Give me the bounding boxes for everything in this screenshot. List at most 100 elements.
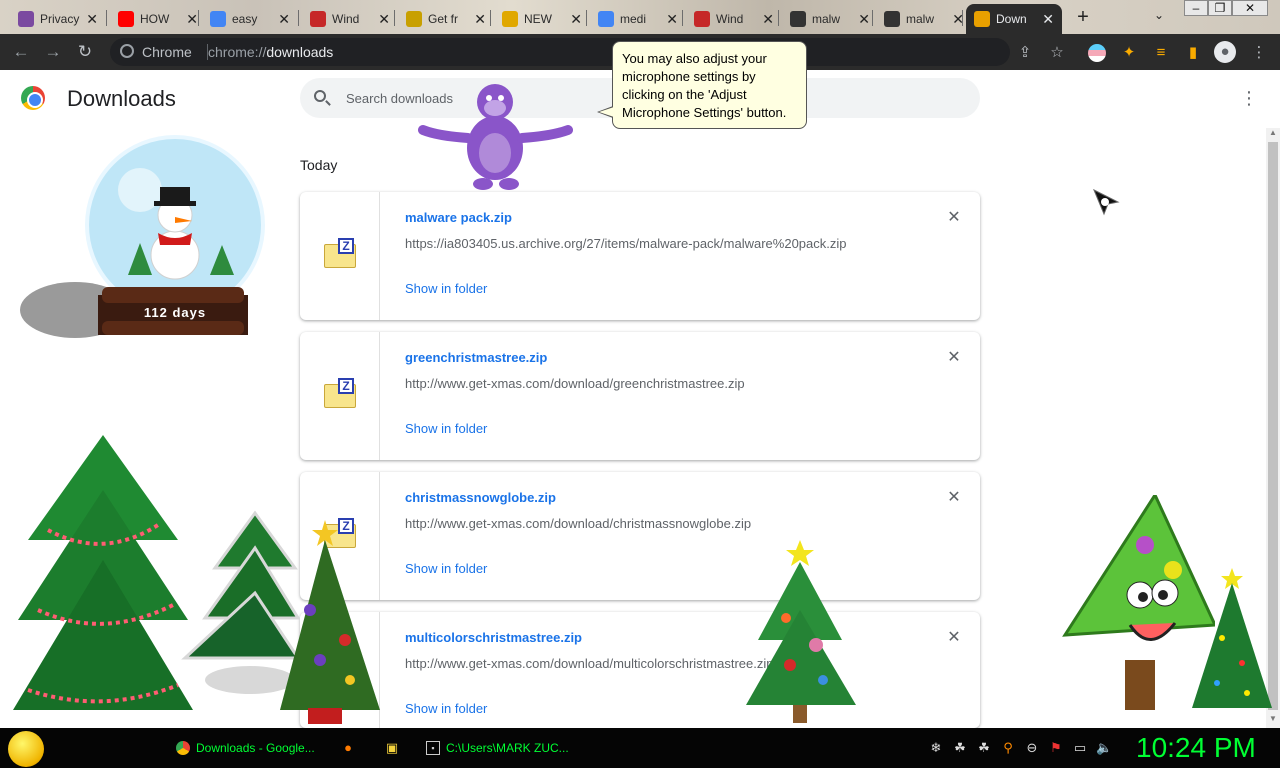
browser-tab[interactable]: malw ✕ [782,4,878,34]
tab-favicon-icon [118,11,134,27]
smiley-start-icon[interactable] [8,731,44,767]
tab-separator [198,10,199,26]
small-lit-christmas-tree-icon [1192,568,1272,708]
taskbar-chrome-downloads[interactable]: Downloads - Google... [170,734,321,762]
show-in-folder-link[interactable]: Show in folder [405,421,487,436]
tab-close-icon[interactable]: ✕ [858,11,870,28]
tab-separator [778,10,779,26]
browser-tab[interactable]: Wind ✕ [686,4,782,34]
tab-favicon-icon [598,11,614,27]
forward-button[interactable]: → [42,42,64,64]
browser-tab[interactable]: Wind ✕ [302,4,398,34]
downloads-more-actions-icon[interactable]: ⋮ [1240,88,1258,108]
download-source-url[interactable]: https://ia803405.us.archive.org/27/items… [405,236,847,251]
zip-badge: Z [338,378,354,394]
tab-close-icon[interactable]: ✕ [1042,11,1054,28]
download-source-url[interactable]: http://www.get-xmas.com/download/christm… [405,516,751,531]
tab-close-icon[interactable]: ✕ [570,11,582,28]
tab-close-icon[interactable]: ✕ [378,11,390,28]
bookmark-star-icon[interactable]: ☆ [1048,44,1066,62]
tray-app-icon[interactable]: ☘ [952,740,968,756]
download-filename-link[interactable]: multicolorschristmastree.zip [405,630,582,645]
search-icon[interactable] [314,90,326,102]
file-icon-column: Z [300,192,380,320]
share-icon[interactable]: ⇪ [1016,44,1034,62]
firefox-taskbar-icon[interactable]: ● [340,740,356,756]
action-center-flag-icon[interactable]: ⚑ [1048,740,1064,756]
snowflake-tray-icon[interactable]: ❄ [928,740,944,756]
tab-close-icon[interactable]: ✕ [278,11,290,28]
download-source-url[interactable]: http://www.get-xmas.com/download/greench… [405,376,745,391]
tab-close-icon[interactable]: ✕ [666,11,678,28]
remove-from-list-icon[interactable]: ✕ [944,488,964,508]
scroll-up-arrow-icon[interactable]: ▲ [1266,128,1280,140]
tab-close-icon[interactable]: ✕ [186,11,198,28]
tab-favicon-icon [502,11,518,27]
side-panel-icon[interactable]: ▮ [1184,44,1202,62]
tab-separator [682,10,683,26]
tab-search-chevron-icon[interactable]: ⌄ [1154,8,1164,22]
tab-separator [586,10,587,26]
address-bar[interactable]: Chrome chrome://downloads [110,38,1010,66]
volume-tray-icon[interactable]: 🔈 [1096,740,1112,756]
search-tray-icon[interactable]: ⚲ [1000,740,1016,756]
taskbar-command-prompt[interactable]: ▪ C:\Users\MARK ZUC... [420,734,575,762]
download-filename-link[interactable]: greenchristmastree.zip [405,350,547,365]
download-card: Z malware pack.zip https://ia803405.us.a… [300,192,980,320]
remove-from-list-icon[interactable]: ✕ [944,208,964,228]
taskbar-clock[interactable]: 10:24 PM [1136,732,1256,764]
browser-tab[interactable]: Get fr ✕ [398,4,494,34]
tab-title: Wind [332,12,360,26]
chrome-menu-icon[interactable]: ⋮ [1250,44,1268,62]
extension-flag-icon[interactable] [1088,44,1106,62]
tab-title: HOW [140,12,170,26]
show-in-folder-link[interactable]: Show in folder [405,281,487,296]
show-in-folder-link[interactable]: Show in folder [405,561,487,576]
tray-app-icon[interactable]: ☘ [976,740,992,756]
download-filename-link[interactable]: malware pack.zip [405,210,512,225]
remove-from-list-icon[interactable]: ✕ [944,628,964,648]
file-explorer-taskbar-icon[interactable]: ▣ [384,740,400,756]
cmd-taskbar-icon: ▪ [426,741,440,755]
new-tab-button[interactable]: + [1072,6,1094,28]
tab-favicon-icon [210,11,226,27]
tab-close-icon[interactable]: ✕ [474,11,486,28]
remove-from-list-icon[interactable]: ✕ [944,348,964,368]
purple-gorilla-assistant-icon[interactable] [418,78,573,193]
back-button[interactable]: ← [10,42,32,64]
tab-close-icon[interactable]: ✕ [762,11,774,28]
url-path: downloads [266,44,334,60]
network-tray-icon[interactable]: ▭ [1072,740,1088,756]
browser-tab[interactable]: malw ✕ [876,4,972,34]
browser-tab[interactable]: Down ✕ [966,4,1062,34]
date-section-heading: Today [300,157,338,173]
browser-tab[interactable]: easy ✕ [202,4,298,34]
browser-tab[interactable]: NEW ✕ [494,4,590,34]
tab-close-icon[interactable]: ✕ [86,11,98,28]
profile-avatar-icon[interactable]: ● [1214,41,1236,63]
close-window-button[interactable]: ✕ [1232,0,1268,16]
reload-button[interactable]: ↻ [74,42,96,64]
tray-minus-icon[interactable]: ⊖ [1024,740,1040,756]
restore-button[interactable]: ❐ [1208,0,1232,16]
extensions-puzzle-icon[interactable]: ✦ [1120,44,1138,62]
browser-tab[interactable]: Privacy er ✕ [10,4,106,34]
taskbar-chrome-label: Downloads - Google... [196,741,315,755]
tab-favicon-icon [884,11,900,27]
chrome-logo-icon [21,86,45,110]
tab-separator [298,10,299,26]
browser-tab[interactable]: medi ✕ [590,4,686,34]
show-in-folder-link[interactable]: Show in folder [405,701,487,716]
download-card: multicolorschristmastree.zip http://www.… [300,612,980,728]
download-filename-link[interactable]: christmassnowglobe.zip [405,490,556,505]
download-card: Z christmassnowglobe.zip http://www.get-… [300,472,980,600]
decorated-christmas-tree-icon [280,520,380,724]
url-text[interactable]: chrome://downloads [208,44,333,60]
mouse-cursor-icon [1093,188,1120,216]
download-source-url[interactable]: http://www.get-xmas.com/download/multico… [405,656,773,671]
media-queue-icon[interactable]: ≡ [1152,44,1170,62]
browser-tab[interactable]: HOW ✕ [110,4,206,34]
tab-separator [872,10,873,26]
tab-title: easy [232,12,258,26]
minimize-button[interactable]: – [1184,0,1208,16]
